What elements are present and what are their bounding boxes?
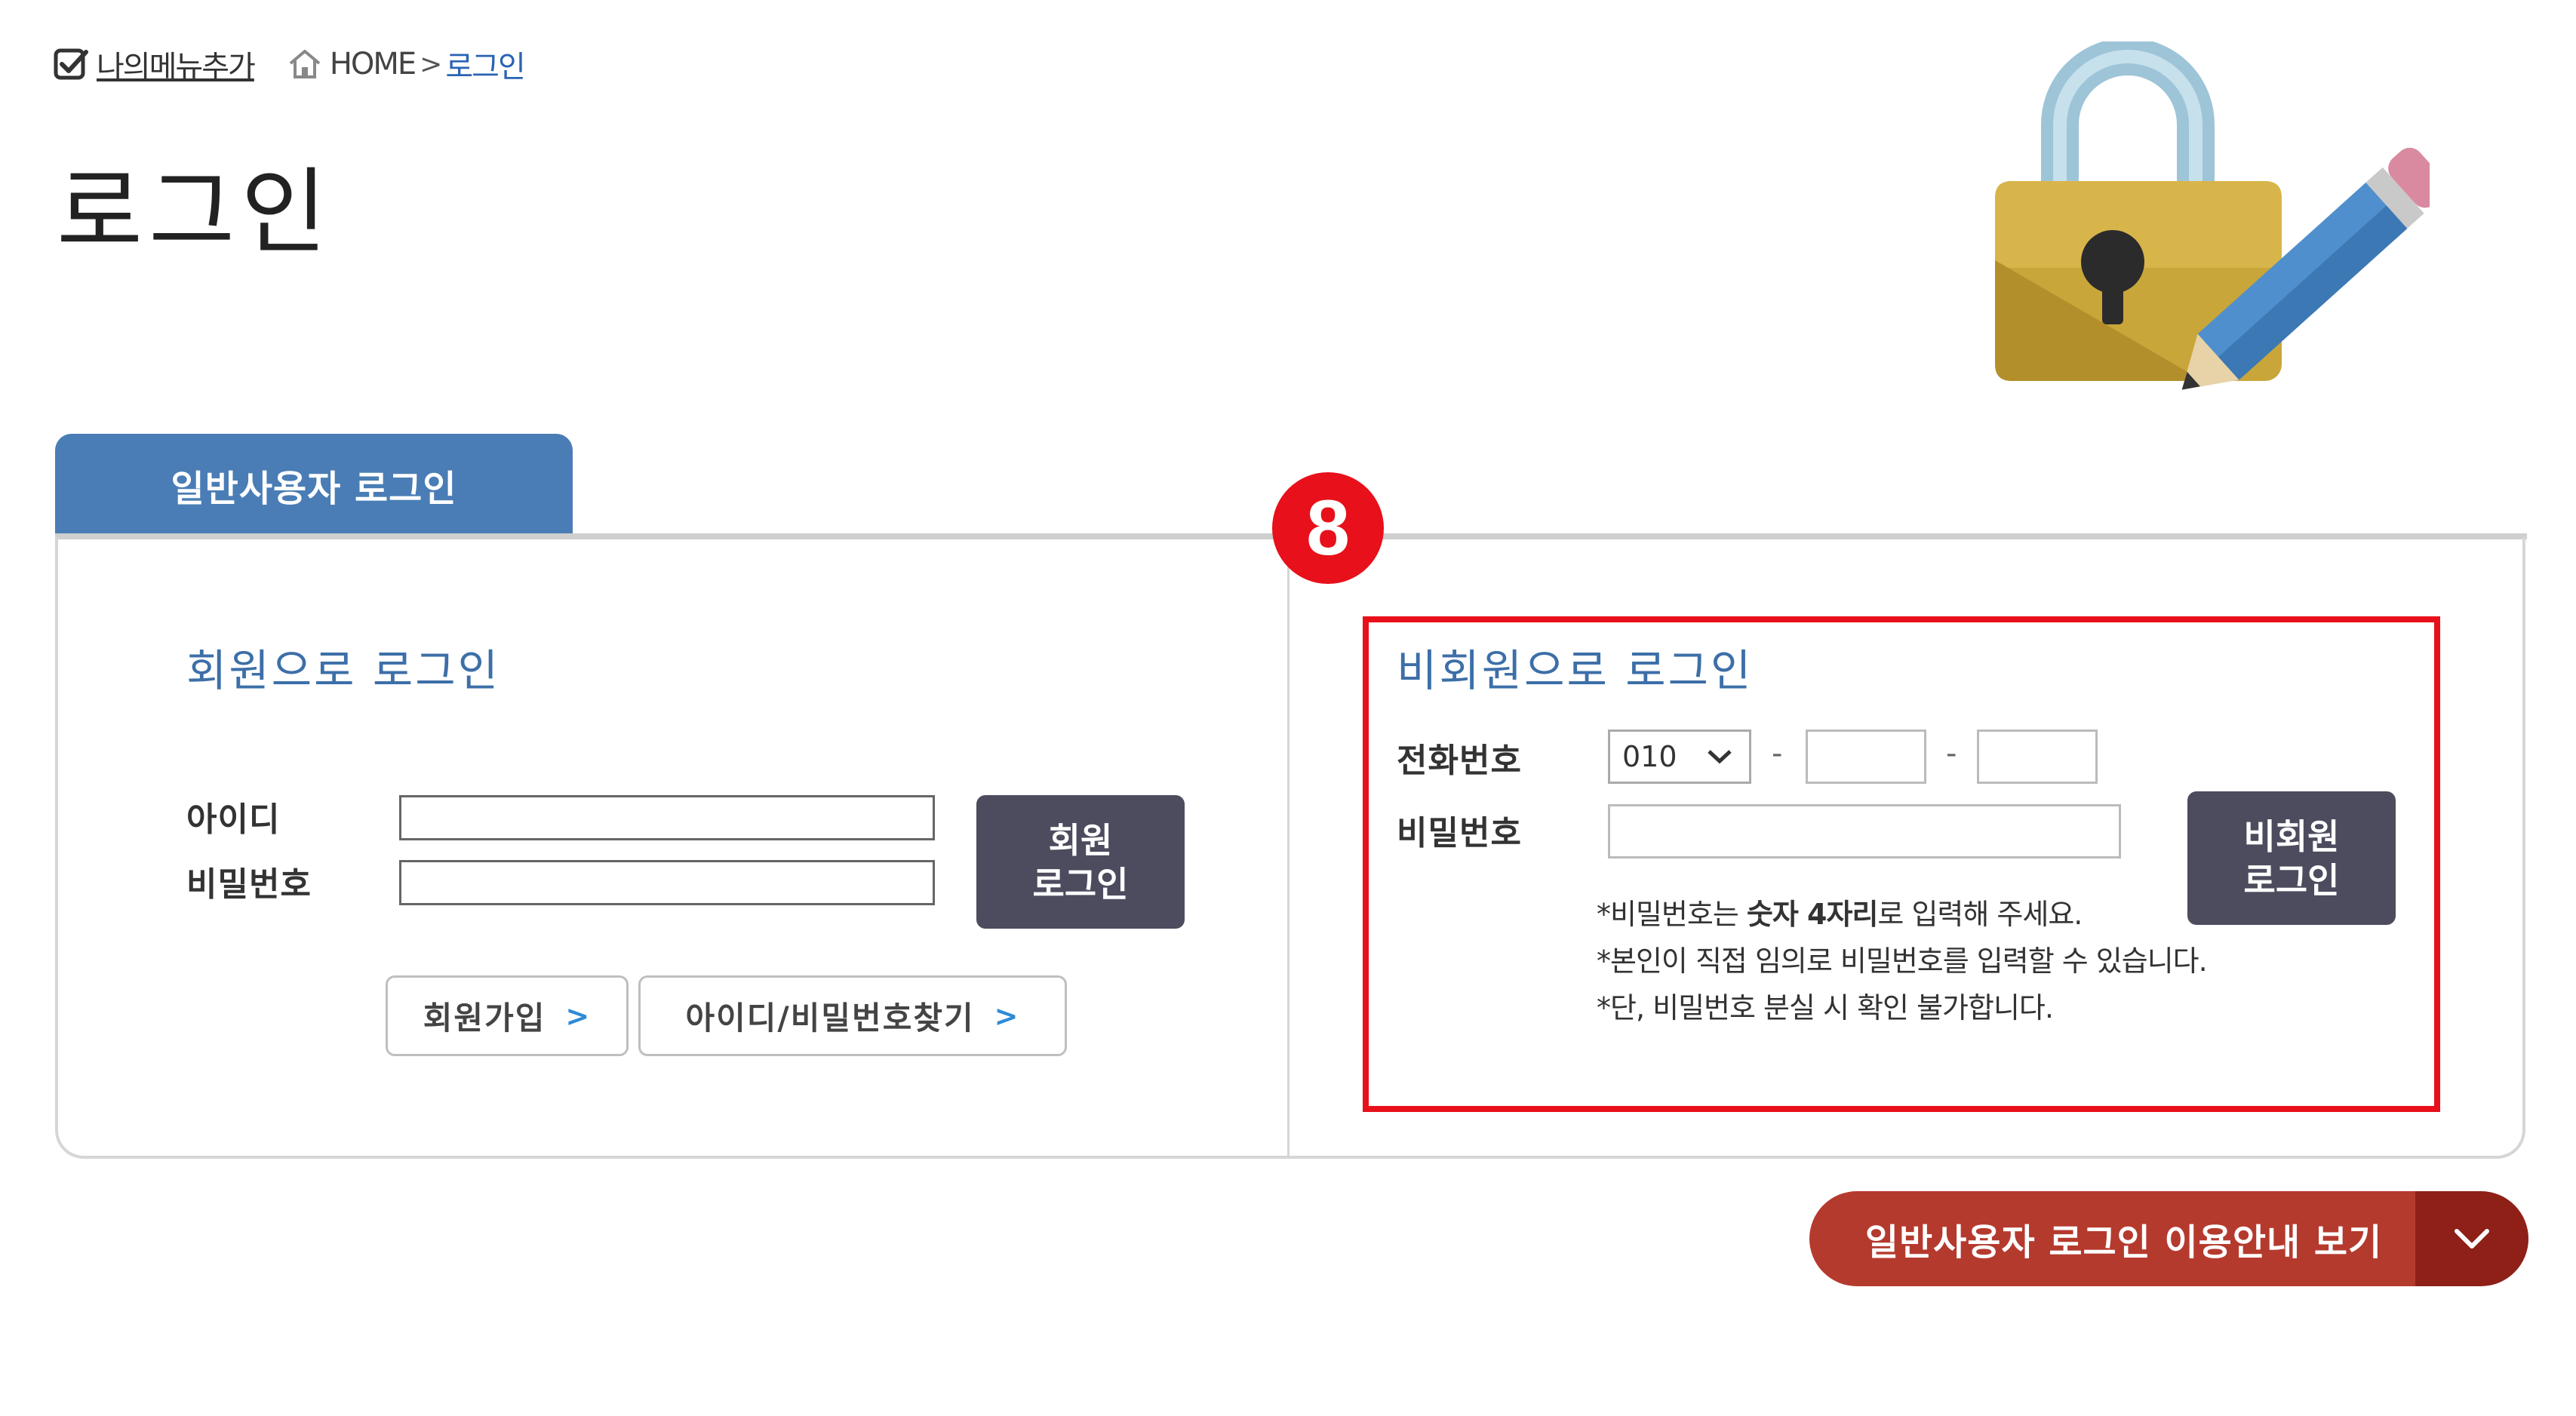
find-id-password-button[interactable]: 아이디/비밀번호찾기 > [638, 975, 1067, 1056]
home-icon [289, 50, 321, 78]
check-box-icon [54, 48, 88, 80]
member-id-input[interactable] [399, 795, 935, 840]
page-title: 로그인 [57, 158, 334, 267]
my-menu-add-label: 나의메뉴추가 [97, 50, 256, 84]
chevron-down-icon [2455, 1229, 2489, 1249]
login-guide-toggle[interactable] [2415, 1191, 2528, 1286]
breadcrumb-home[interactable]: HOME [330, 47, 417, 81]
member-login-button-line1: 회원 [1048, 819, 1113, 861]
signup-button-label: 회원가입 [423, 1000, 546, 1037]
my-menu-add-link[interactable]: 나의메뉴추가 [53, 42, 256, 86]
breadcrumb: HOME > 로그인 [287, 42, 526, 86]
login-guide-label: 일반사용자 로그인 이용안내 보기 [1809, 1191, 2415, 1286]
login-guide-button[interactable]: 일반사용자 로그인 이용안내 보기 [1809, 1191, 2528, 1286]
top-bar: 나의메뉴추가 HOME > 로그인 [53, 41, 526, 87]
tab-general-user-login[interactable]: 일반사용자 로그인 [55, 434, 573, 536]
signup-button[interactable]: 회원가입 > [386, 975, 629, 1056]
annotation-badge: 8 [1272, 472, 1384, 584]
member-login-title: 회원으로 로그인 [186, 645, 500, 696]
breadcrumb-current[interactable]: 로그인 [445, 42, 525, 86]
member-password-label: 비밀번호 [186, 865, 312, 904]
member-login-button[interactable]: 회원 로그인 [976, 795, 1185, 929]
member-login-button-line2: 로그인 [1032, 863, 1129, 905]
member-password-input[interactable] [399, 860, 935, 905]
chevron-right-icon: > [565, 999, 592, 1033]
highlight-box [1363, 616, 2440, 1112]
chevron-right-icon: > [994, 999, 1020, 1033]
find-id-password-label: 아이디/비밀번호찾기 [685, 1000, 975, 1037]
member-id-label: 아이디 [186, 800, 281, 839]
lock-pencil-illustration [1977, 38, 2447, 396]
breadcrumb-separator: > [420, 48, 442, 80]
panel-divider [1287, 537, 1290, 1159]
